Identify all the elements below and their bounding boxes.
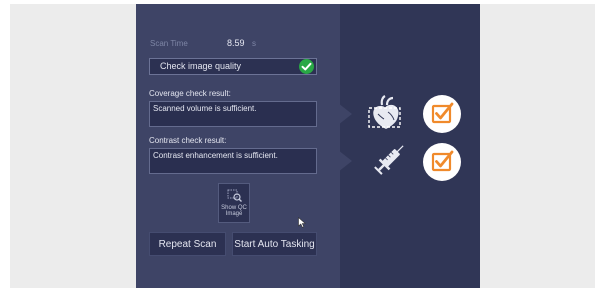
coverage-check-label: Coverage check result: — [149, 89, 231, 98]
checkbox-check-icon — [431, 102, 454, 124]
show-qc-label-line2: Image — [225, 211, 243, 217]
checkmark-circle-icon — [299, 59, 314, 74]
magnify-image-icon — [227, 189, 242, 202]
contrast-pointer-notch — [338, 150, 352, 172]
scan-time-label: Scan Time — [150, 39, 188, 48]
coverage-result-text: Scanned volume is sufficient. — [153, 104, 257, 113]
contrast-check-label: Contrast check result: — [149, 136, 227, 145]
repeat-scan-button[interactable]: Repeat Scan — [149, 232, 226, 256]
scan-time-unit: s — [252, 39, 256, 48]
heart-volume-icon — [368, 95, 401, 129]
mouse-cursor-icon — [298, 217, 306, 228]
show-qc-image-button[interactable]: Show QC Image — [218, 183, 250, 223]
coverage-status-circle — [423, 95, 461, 133]
coverage-pointer-notch — [338, 103, 352, 125]
scan-time-value: 8.59 — [227, 38, 245, 48]
check-image-quality-bar[interactable]: Check image quality — [149, 58, 317, 75]
contrast-result-box: Contrast enhancement is sufficient. — [149, 148, 317, 174]
coverage-result-box: Scanned volume is sufficient. — [149, 101, 317, 127]
start-auto-tasking-button[interactable]: Start Auto Tasking — [232, 232, 317, 256]
checkbox-check-icon — [431, 150, 454, 172]
contrast-result-text: Contrast enhancement is sufficient. — [153, 151, 278, 160]
syringe-icon — [374, 145, 404, 175]
check-image-quality-label: Check image quality — [160, 61, 242, 71]
contrast-status-circle — [423, 143, 461, 181]
